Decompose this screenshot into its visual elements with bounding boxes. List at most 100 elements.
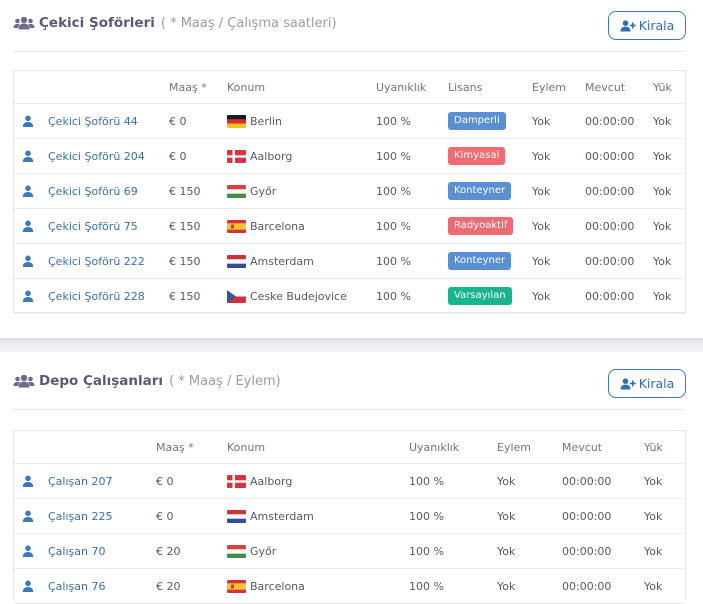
driver-name-link[interactable]: Çekici Şoförü 228 [48, 279, 145, 313]
driver-action-cell: Yok [532, 289, 551, 303]
worker-table-row[interactable]: Çalışan 225 € 0 Amsterdam 100 % Yok 00:00:00 Y… [14, 499, 685, 534]
worker-salary-cell: € 0 [156, 474, 174, 488]
worker-name-link[interactable]: Çalışan 70 [48, 534, 105, 568]
user-icon [22, 290, 34, 302]
user-plus-icon [620, 377, 636, 389]
driver-user-icon-cell [22, 139, 34, 173]
worker-alert-cell: 100 % [409, 509, 444, 523]
flag-es-icon [227, 219, 246, 233]
driver-action-cell: Yok [532, 219, 551, 233]
users-icon [13, 16, 35, 30]
driver-name-link[interactable]: Çekici Şoförü 69 [48, 174, 138, 208]
worker-alert-cell: 100 % [409, 579, 444, 593]
worker-user-icon-cell [22, 534, 34, 568]
user-icon [22, 510, 34, 522]
user-icon [22, 545, 34, 557]
worker-location-cell: Győr [227, 534, 276, 568]
driver-license-cell: Konteyner [448, 174, 512, 208]
driver-salary-cell: € 150 [169, 289, 201, 303]
driver-col-header[interactable]: Maaş * [169, 71, 207, 103]
driver-table-row[interactable]: Çekici Şoförü 204 € 0 Aalborg 100 % Kimyasal… [14, 139, 685, 174]
driver-salary-cell: € 0 [169, 149, 187, 163]
driver-license-cell: Damperli [448, 104, 506, 138]
location-text: Győr [250, 544, 277, 558]
driver-user-icon-cell [22, 244, 34, 278]
driver-salary-cell: € 0 [169, 114, 187, 128]
driver-location-cell: Ceske Budejovice [227, 279, 347, 313]
driver-salary-cell: € 150 [169, 184, 201, 198]
driver-col-header[interactable]: Uyanıklık [376, 71, 426, 103]
worker-location-cell: Barcelona [227, 569, 305, 603]
driver-alert-cell: 100 % [376, 184, 411, 198]
license-badge: Kimyasal [448, 147, 506, 165]
user-icon [22, 220, 34, 232]
worker-load-cell: Yok [644, 544, 663, 558]
hire-worker-label: Kirala [638, 376, 675, 391]
driver-license-cell: Varsayılan [448, 279, 512, 313]
license-badge: Damperli [448, 112, 506, 130]
location-text: Amsterdam [250, 254, 314, 268]
driver-table-row[interactable]: Çekici Şoförü 44 € 0 Berlin 100 % Damperli Yo… [14, 104, 685, 139]
driver-col-header[interactable]: Mevcut [585, 71, 625, 103]
driver-current-cell: 00:00:00 [585, 184, 635, 198]
driver-load-cell: Yok [653, 184, 672, 198]
drivers-note: ( * Maaş / Çalışma saatleri) [160, 15, 337, 31]
worker-col-header[interactable]: Yük [644, 431, 663, 463]
worker-user-icon-cell [22, 499, 34, 533]
worker-table-row[interactable]: Çalışan 70 € 20 Győr 100 % Yok 00:00:00 Yok [14, 534, 685, 569]
warehouse-title: Depo Çalışanları [39, 373, 164, 389]
flag-hu-icon [227, 184, 246, 198]
worker-current-cell: 00:00:00 [562, 474, 612, 488]
driver-table-row[interactable]: Çekici Şoförü 228 € 150 Ceske Budejovice 10… [14, 279, 685, 314]
worker-header-row: Maaş * Konum Uyanıklık Eylem Mevcut Yük [14, 431, 685, 464]
user-icon [22, 255, 34, 267]
license-badge: Konteyner [448, 252, 512, 270]
driver-name-link[interactable]: Çekici Şoförü 44 [48, 104, 138, 138]
user-icon [22, 185, 34, 197]
driver-user-icon-cell [22, 104, 34, 138]
hire-worker-button[interactable]: Kirala [608, 369, 686, 398]
worker-col-header[interactable]: Uyanıklık [409, 431, 459, 463]
driver-col-header[interactable]: Yük [653, 71, 672, 103]
driver-user-icon-cell [22, 174, 34, 208]
driver-alert-cell: 100 % [376, 219, 411, 233]
driver-col-header[interactable]: Lisans [448, 71, 482, 103]
driver-location-cell: Aalborg [227, 139, 292, 173]
driver-col-header[interactable]: Eylem [532, 71, 566, 103]
worker-location-cell: Aalborg [227, 464, 292, 498]
driver-license-cell: Konteyner [448, 244, 512, 278]
worker-table-row[interactable]: Çalışan 76 € 20 Barcelona 100 % Yok 00:00:00 Y… [14, 569, 685, 604]
driver-load-cell: Yok [653, 289, 672, 303]
driver-location-cell: Berlin [227, 104, 282, 138]
driver-name-link[interactable]: Çekici Şoförü 222 [48, 244, 145, 278]
user-icon [22, 150, 34, 162]
driver-col-header[interactable]: Konum [227, 71, 265, 103]
driver-table-row[interactable]: Çekici Şoförü 69 € 150 Győr 100 % Konteyner Y… [14, 174, 685, 209]
driver-name-link[interactable]: Çekici Şoförü 75 [48, 209, 138, 243]
driver-current-cell: 00:00:00 [585, 254, 635, 268]
driver-table-row[interactable]: Çekici Şoförü 222 € 150 Amsterdam 100 % Kont… [14, 244, 685, 279]
driver-table-row[interactable]: Çekici Şoförü 75 € 150 Barcelona 100 % Radyo… [14, 209, 685, 244]
worker-salary-cell: € 20 [156, 579, 181, 593]
driver-location-cell: Barcelona [227, 209, 305, 243]
driver-current-cell: 00:00:00 [585, 114, 635, 128]
worker-name-link[interactable]: Çalışan 207 [48, 464, 112, 498]
driver-name-link[interactable]: Çekici Şoförü 204 [48, 139, 145, 173]
worker-table-row[interactable]: Çalışan 207 € 0 Aalborg 100 % Yok 00:00:00 Yok [14, 464, 685, 499]
worker-name-link[interactable]: Çalışan 225 [48, 499, 112, 533]
worker-action-cell: Yok [497, 474, 516, 488]
driver-action-cell: Yok [532, 114, 551, 128]
worker-user-icon-cell [22, 569, 34, 603]
worker-col-header[interactable]: Maaş * [156, 431, 194, 463]
worker-col-header[interactable]: Mevcut [562, 431, 602, 463]
hire-driver-button[interactable]: Kirala [608, 11, 686, 40]
panel-separator [0, 338, 703, 352]
worker-col-header[interactable]: Konum [227, 431, 265, 463]
worker-name-link[interactable]: Çalışan 76 [48, 569, 105, 603]
worker-action-cell: Yok [497, 544, 516, 558]
flag-hu-icon [227, 544, 246, 558]
flag-dk-icon [227, 474, 246, 488]
worker-load-cell: Yok [644, 509, 663, 523]
worker-col-header[interactable]: Eylem [497, 431, 531, 463]
driver-action-cell: Yok [532, 184, 551, 198]
